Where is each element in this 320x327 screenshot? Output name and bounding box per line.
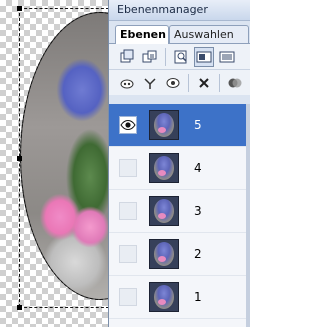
- new-layer-icon: [120, 49, 134, 62]
- layer-name: 2: [194, 247, 202, 261]
- blend-mode-button[interactable]: [225, 73, 245, 93]
- layer-name: 1: [194, 290, 202, 304]
- resize-handle-top-left[interactable]: [17, 6, 22, 11]
- delete-icon: [199, 77, 209, 88]
- merge-layer-button[interactable]: [140, 73, 160, 93]
- image-canvas[interactable]: [0, 0, 108, 327]
- merge-icon: [144, 77, 156, 89]
- duplicate-layer-button[interactable]: [140, 47, 160, 67]
- panel-title: Ebenenmanager: [109, 0, 250, 21]
- visibility-toggle[interactable]: [119, 245, 137, 263]
- resize-handle-bottom-left[interactable]: [17, 305, 22, 310]
- layer-properties-icon: [174, 50, 187, 63]
- visibility-toggle[interactable]: [119, 116, 137, 134]
- duplicate-layer-icon: [142, 50, 157, 62]
- toolbar-separator: [188, 73, 189, 92]
- delete-layer-button[interactable]: [194, 73, 214, 93]
- new-layer-button[interactable]: [117, 47, 137, 67]
- eye-icon: [120, 119, 136, 131]
- visibility-toggle[interactable]: [119, 159, 137, 177]
- layer-manager-panel: Ebenenmanager Ebenen Auswahlen 5 4 3 2 1: [108, 0, 250, 327]
- tab-strip: Ebenen Auswahlen: [109, 21, 250, 44]
- resize-handle-left[interactable]: [17, 156, 22, 161]
- layer-properties-button[interactable]: [171, 47, 191, 67]
- toolbar-separator: [165, 47, 166, 66]
- layer-thumbnail: [149, 153, 179, 183]
- layer-thumbnail: [149, 110, 179, 140]
- toolbar-separator: [219, 73, 220, 92]
- layer-list-view-icon: [219, 51, 235, 62]
- bounding-box-bottom: [19, 307, 108, 308]
- layer-row[interactable]: 3: [109, 190, 250, 233]
- tab-ebenen[interactable]: Ebenen: [115, 25, 169, 44]
- layer-name: 4: [194, 161, 202, 175]
- lock-layer-button[interactable]: [117, 73, 137, 93]
- layer-row[interactable]: 5: [109, 104, 250, 147]
- list-view-button[interactable]: [217, 47, 237, 67]
- layer-thumbnail: [149, 239, 179, 269]
- visibility-toggle[interactable]: [119, 288, 137, 306]
- layer-thumbnail: [149, 282, 179, 312]
- blend-mode-icon: [228, 78, 242, 87]
- layer-name: 5: [194, 118, 202, 132]
- layer-name: 3: [194, 204, 202, 218]
- tab-auswahlen[interactable]: Auswahlen: [169, 25, 249, 43]
- thumbnail-view-button[interactable]: [194, 46, 214, 67]
- layer-thumbnail: [149, 196, 179, 226]
- visibility-toggle[interactable]: [119, 202, 137, 220]
- layer-row[interactable]: 1: [109, 276, 250, 319]
- lock-icon: [120, 79, 134, 88]
- layer-row[interactable]: 4: [109, 147, 250, 190]
- layer-toolbar-bottom: [109, 69, 250, 95]
- mask-layer-button[interactable]: [163, 73, 183, 93]
- layer-row[interactable]: 2: [109, 233, 250, 276]
- layer-list: 5 4 3 2 1: [109, 104, 250, 327]
- selection-ellipse: [20, 12, 108, 300]
- bounding-box-top: [19, 8, 108, 9]
- layer-toolbar-top: [109, 43, 250, 69]
- layer-thumbnail-view-icon: [196, 51, 212, 62]
- layer-list-scrollbar[interactable]: [246, 104, 250, 327]
- mask-icon: [166, 77, 180, 88]
